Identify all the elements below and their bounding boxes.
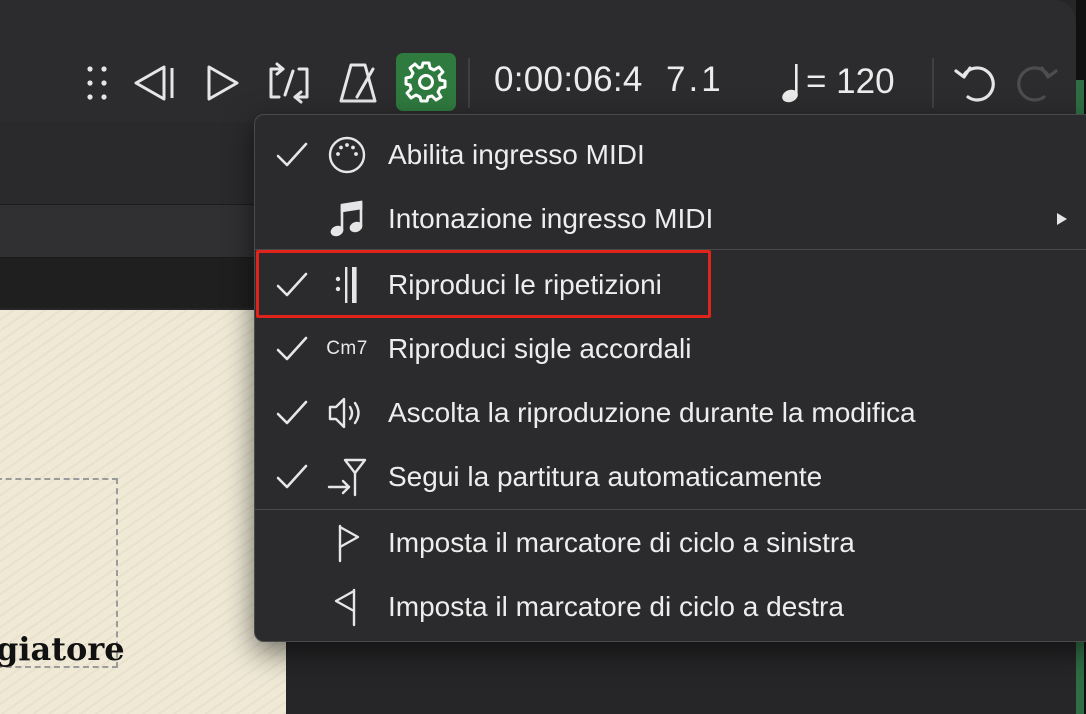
measure-display: 7.1 xyxy=(666,60,724,99)
submenu-arrow-icon xyxy=(1057,213,1067,225)
tempo-value: = 120 xyxy=(806,62,895,101)
speaker-icon xyxy=(325,395,369,431)
follow-score-icon xyxy=(325,458,369,497)
checkmark-icon xyxy=(276,400,308,425)
chord-symbol-icon: Cm7 xyxy=(326,338,368,359)
menu-item-label: Segui la partitura automaticamente xyxy=(388,461,823,492)
playback-toolbar: 0:00:06:4 7.1 = 120 xyxy=(0,0,1076,123)
checkmark-icon xyxy=(276,464,308,489)
menu-item-set-left-loop-marker[interactable]: Imposta il marcatore di ciclo a sinistra xyxy=(255,513,1086,573)
loop-icon[interactable] xyxy=(262,56,316,110)
playback-settings-menu: Abilita ingresso MIDI Intonazione ingres… xyxy=(254,114,1086,642)
menu-item-label: Abilita ingresso MIDI xyxy=(388,139,645,170)
music-note-icon xyxy=(325,200,369,237)
menu-item-label: Intonazione ingresso MIDI xyxy=(388,203,714,234)
menu-item-label: Imposta il marcatore di ciclo a sinistra xyxy=(388,527,855,558)
menu-item-set-right-loop-marker[interactable]: Imposta il marcatore di ciclo a destra xyxy=(255,577,1086,637)
checkmark-icon xyxy=(276,336,308,361)
tempo-display[interactable]: = 120 xyxy=(780,60,895,104)
score-text[interactable]: giatore xyxy=(0,630,125,668)
undo-icon[interactable] xyxy=(950,56,1002,110)
left-loop-marker-icon xyxy=(325,524,369,563)
checkmark-icon xyxy=(276,142,308,167)
play-icon[interactable] xyxy=(198,56,244,110)
quarter-note-icon xyxy=(782,64,798,103)
redo-icon xyxy=(1010,56,1062,110)
right-loop-marker-icon xyxy=(325,588,369,627)
menu-item-follow-score[interactable]: Segui la partitura automaticamente xyxy=(255,447,1086,507)
menu-item-label: Riproduci sigle accordali xyxy=(388,333,692,364)
midi-port-icon xyxy=(325,136,369,174)
menu-item-label: Ascolta la riproduzione durante la modif… xyxy=(388,397,916,428)
settings-button[interactable] xyxy=(396,53,456,111)
metronome-icon[interactable] xyxy=(334,56,382,110)
highlight-annotation xyxy=(256,250,711,318)
gear-icon xyxy=(404,61,447,103)
menu-item-play-chord-symbols[interactable]: Cm7 Riproduci sigle accordali xyxy=(255,319,1086,379)
drag-handle-icon[interactable] xyxy=(80,56,114,110)
menu-item-enable-midi-input[interactable]: Abilita ingresso MIDI xyxy=(255,125,1086,185)
menu-item-midi-input-pitch[interactable]: Intonazione ingresso MIDI xyxy=(255,189,1086,249)
rewind-icon[interactable] xyxy=(128,56,178,110)
menu-item-listen-while-editing[interactable]: Ascolta la riproduzione durante la modif… xyxy=(255,383,1086,443)
time-display: 0:00:06:4 xyxy=(494,60,643,99)
menu-item-label: Imposta il marcatore di ciclo a destra xyxy=(388,591,844,622)
